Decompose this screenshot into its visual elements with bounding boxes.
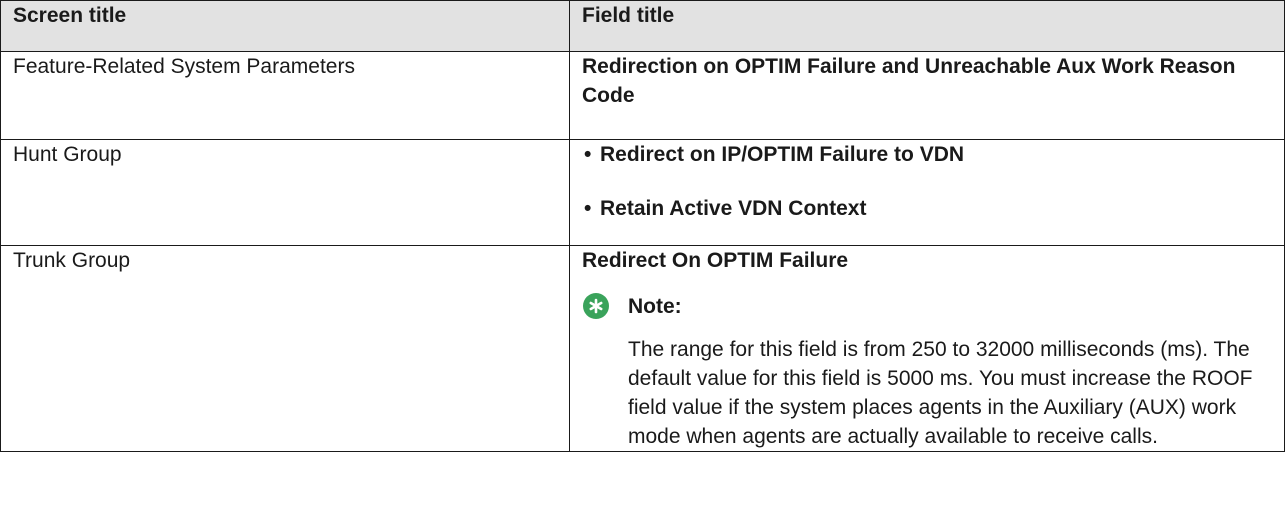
table-row: Hunt Group • Redirect on IP/OPTIM Failur…: [0, 139, 1285, 246]
note-body: The range for this field is from 250 to …: [628, 338, 1253, 448]
field-title-cell: Redirect On OPTIM Failure Note: The rang…: [569, 245, 1285, 452]
table-header-row: Screen title Field title: [0, 0, 1285, 52]
bullet-text: Redirect on IP/OPTIM Failure to VDN: [600, 143, 965, 166]
bullet-text: Retain Active VDN Context: [600, 197, 867, 220]
note-header: Note:: [582, 291, 1284, 321]
bullet-item: • Redirect on IP/OPTIM Failure to VDN: [582, 140, 1284, 169]
screen-title-header: Screen title: [0, 0, 570, 52]
bullet-item: • Retain Active VDN Context: [582, 194, 1284, 223]
bullet-marker: •: [584, 197, 592, 220]
screen-title-cell: Feature-Related System Parameters: [0, 51, 570, 140]
note-label: Note:: [628, 294, 682, 318]
table-row: Trunk Group Redirect On OPTIM Failure No…: [0, 245, 1285, 452]
screen-title-cell: Hunt Group: [0, 139, 570, 246]
field-title-text: Redirection on OPTIM Failure and Unreach…: [582, 55, 1236, 107]
field-title-cell: • Redirect on IP/OPTIM Failure to VDN • …: [569, 139, 1285, 246]
field-reference-table: Screen title Field title Feature-Related…: [0, 0, 1285, 452]
screen-title-cell: Trunk Group: [0, 245, 570, 452]
field-title-text: Redirect On OPTIM Failure: [582, 249, 849, 272]
field-title-cell: Redirection on OPTIM Failure and Unreach…: [569, 51, 1285, 140]
bullet-marker: •: [584, 143, 592, 166]
table-row: Feature-Related System Parameters Redire…: [0, 51, 1285, 140]
asterisk-icon: [583, 293, 609, 319]
field-title-header: Field title: [569, 0, 1285, 52]
